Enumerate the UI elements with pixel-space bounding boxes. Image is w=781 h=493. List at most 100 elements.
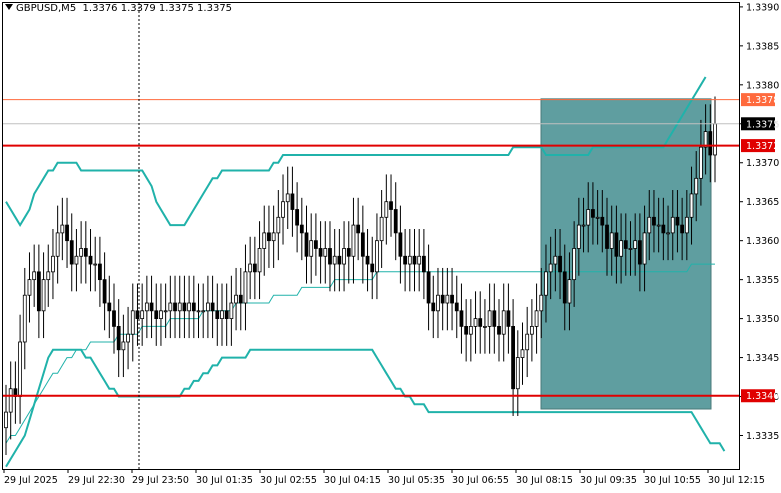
candle-body — [544, 271, 548, 296]
candle-body — [18, 341, 22, 397]
candle-body — [238, 294, 243, 304]
candle-body — [389, 201, 393, 210]
time-tick-label: 30 Jul 10:55 — [644, 475, 701, 486]
candle-body — [79, 248, 84, 257]
candle-body — [234, 294, 238, 304]
candle-body — [220, 310, 224, 320]
candle-body — [576, 224, 581, 249]
candle-body — [525, 333, 530, 351]
candle-body — [144, 302, 149, 312]
candle-body — [337, 255, 342, 265]
candle-body — [468, 325, 473, 335]
candle-body — [116, 325, 121, 351]
candle-body — [567, 279, 572, 304]
candle-body — [501, 310, 506, 335]
candle-body — [642, 232, 647, 265]
candle-body — [487, 310, 492, 327]
candle-body — [478, 318, 483, 327]
candle-body — [656, 224, 661, 227]
candle-body — [393, 209, 398, 234]
price-tag-label: 1.3340 — [746, 391, 779, 402]
price-tick-label: 1.3380 — [746, 80, 779, 91]
candle-body — [562, 271, 567, 304]
candle-body — [436, 294, 440, 312]
time-tick-label: 30 Jul 01:35 — [196, 475, 253, 486]
candle-body — [652, 216, 656, 226]
candle-body — [619, 240, 623, 257]
candle-body — [680, 224, 685, 234]
candle-body — [32, 271, 37, 281]
candle-body — [694, 177, 699, 195]
candle-body — [581, 224, 586, 227]
candle-body — [206, 302, 210, 312]
candle-body — [637, 240, 642, 265]
candle-body — [351, 224, 356, 257]
candle-body — [215, 310, 220, 320]
candle-body — [159, 310, 163, 320]
candle-body — [257, 248, 262, 273]
candle-body — [647, 216, 652, 234]
candle-body — [60, 224, 65, 234]
candle-body — [98, 263, 102, 281]
candle-body — [51, 255, 55, 273]
ohlc-values: 1.3376 1.3379 1.3375 1.3375 — [82, 3, 233, 14]
candle-body — [46, 271, 51, 281]
price-chart[interactable]: 1.3390 1.3385 1.3380 1.3375 1.3370 1.3365 1.33… — [0, 0, 781, 489]
price-tick-label: 1.3350 — [746, 314, 779, 325]
candle-body — [529, 325, 534, 335]
candle-body — [41, 279, 46, 312]
candle-body — [74, 255, 79, 265]
candle-body — [27, 279, 32, 296]
price-tick-label: 1.3390 — [746, 2, 779, 13]
time-tick-label: 29 Jul 23:50 — [132, 475, 189, 486]
candle-body — [539, 294, 544, 312]
candle-body — [313, 240, 318, 249]
candle-body — [252, 263, 257, 273]
candle-body — [356, 224, 361, 234]
candle-body — [224, 310, 229, 320]
candle-body — [548, 263, 553, 273]
candle-body — [605, 224, 609, 249]
candle-body — [506, 310, 511, 327]
time-tick-label: 30 Jul 05:35 — [388, 475, 445, 486]
candle-body — [126, 333, 130, 343]
price-tick-label: 1.3365 — [746, 197, 779, 208]
candle-body — [459, 310, 464, 327]
chart-window[interactable]: 1.3390 1.3385 1.3380 1.3375 1.3370 1.3365 1.33… — [0, 0, 781, 489]
candle-body — [149, 302, 154, 312]
candle-body — [130, 310, 135, 335]
candle-body — [65, 224, 69, 242]
candle-body — [281, 201, 285, 218]
candle-body — [243, 271, 248, 304]
collapse-triangle-icon[interactable] — [5, 4, 13, 10]
candle-body — [689, 193, 694, 218]
candle-body — [520, 349, 525, 358]
candle-body — [440, 294, 445, 304]
candle-body — [328, 248, 332, 265]
candle-body — [332, 255, 337, 265]
candle-body — [454, 302, 459, 312]
candle-body — [107, 302, 112, 312]
candle-body — [154, 310, 159, 320]
candle-body — [591, 209, 595, 218]
candle-body — [661, 224, 666, 234]
candle-body — [210, 302, 215, 312]
candle-body — [426, 271, 431, 304]
candle-body — [403, 255, 408, 265]
candle-body — [173, 302, 177, 312]
candle-body — [473, 318, 478, 327]
candle-body — [182, 302, 187, 312]
candle-body — [670, 216, 675, 234]
candle-body — [609, 232, 614, 249]
candle-body — [633, 240, 638, 249]
candle-body — [558, 255, 562, 273]
candle-body — [299, 224, 304, 234]
candle-body — [177, 302, 182, 312]
candle-body — [346, 248, 351, 257]
price-tick-label: 1.3385 — [746, 41, 779, 52]
candle-body — [93, 263, 98, 266]
price-tag-label: 1.3378 — [746, 95, 779, 106]
candle-body — [628, 248, 633, 250]
candle-body — [290, 193, 295, 210]
candle-body — [201, 310, 206, 313]
